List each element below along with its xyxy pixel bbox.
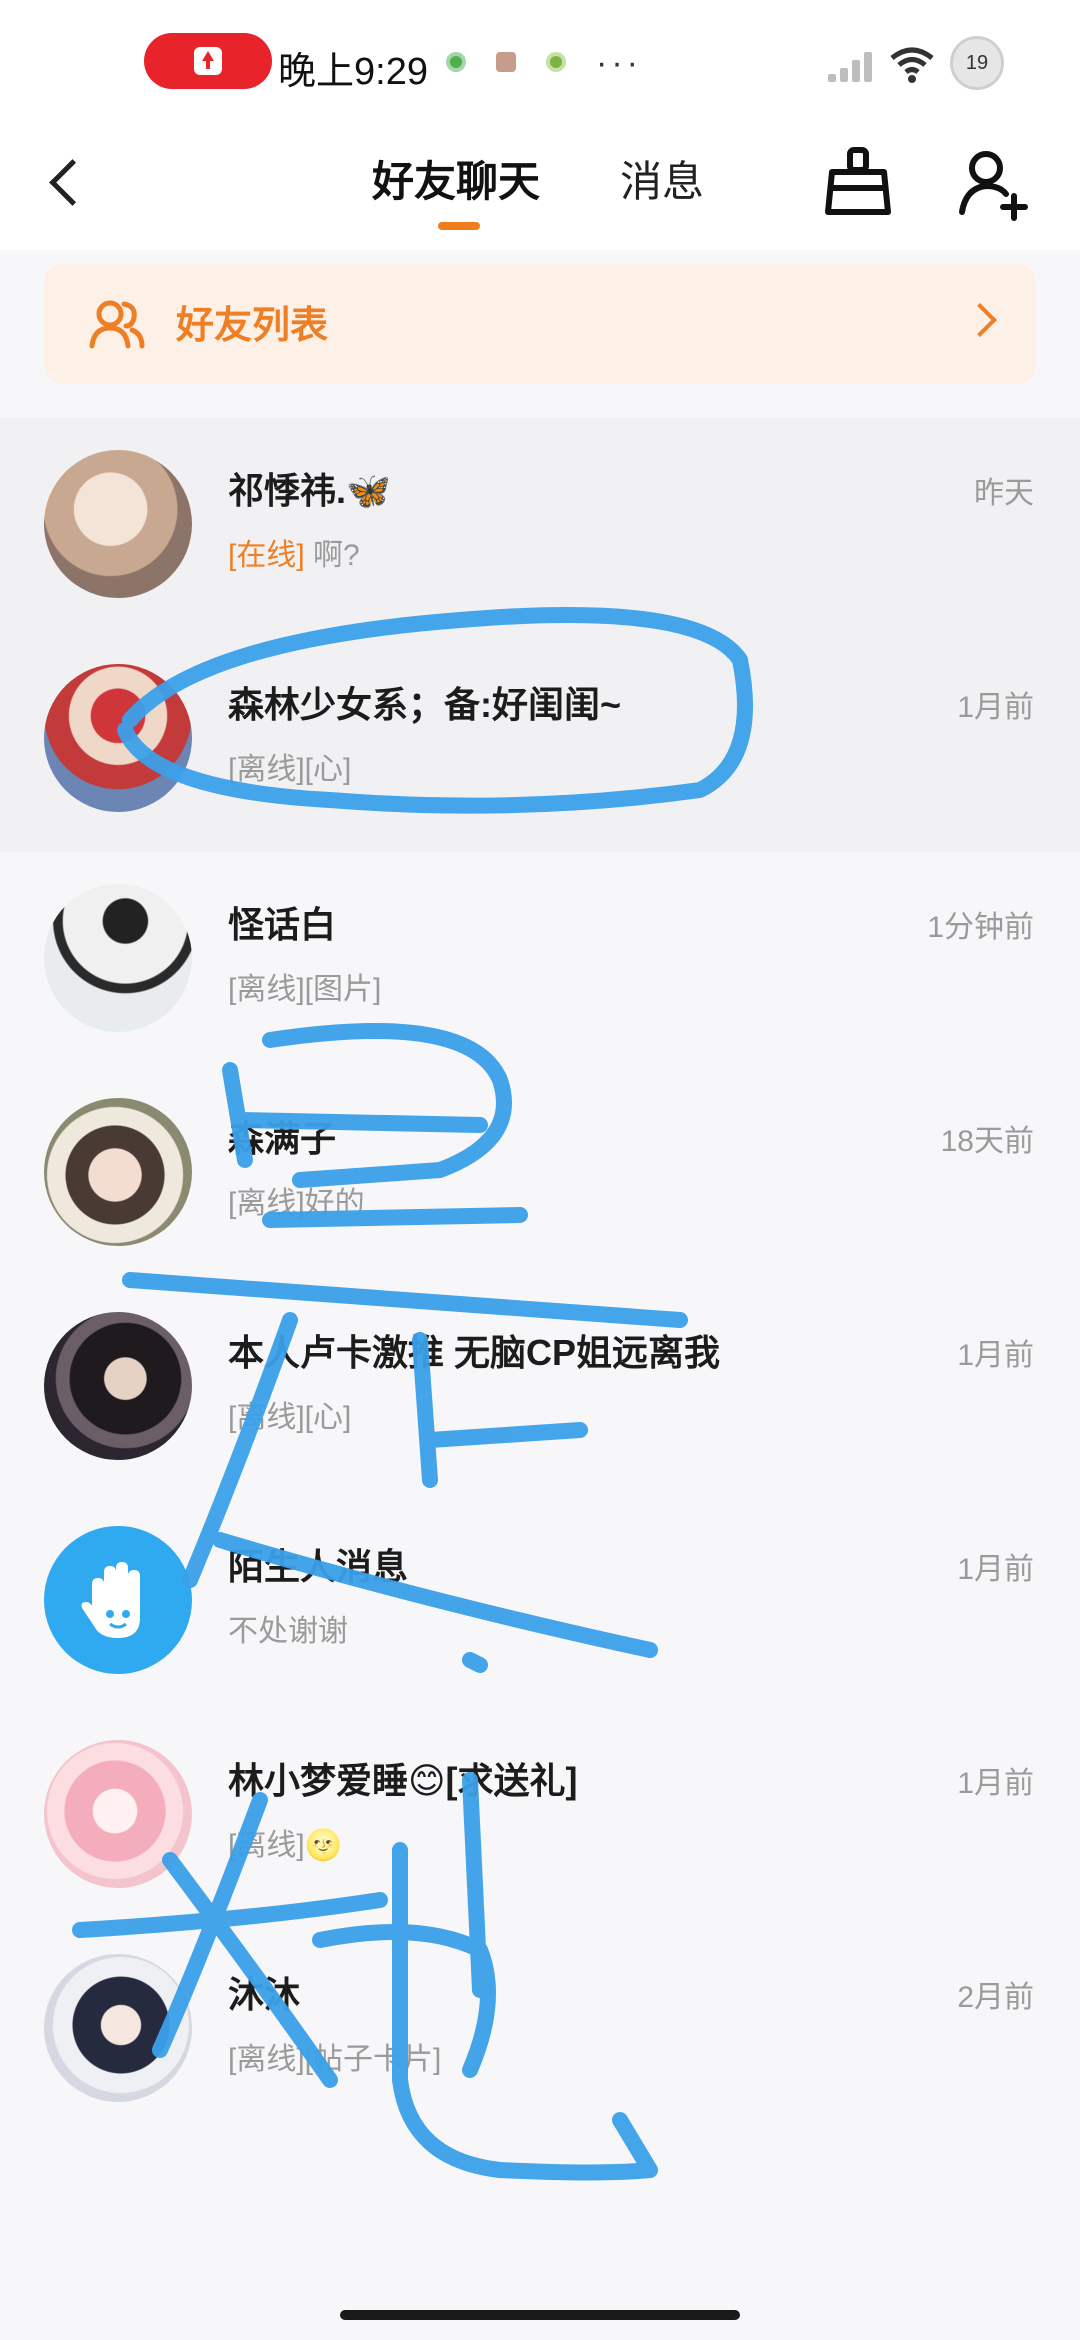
offline-status: [离线] [228,2043,305,2076]
chat-preview: [离线]好的 [228,1187,365,1220]
broom-icon[interactable] [816,140,900,224]
offline-status: [离线] [228,1187,305,1220]
chat-time: 1月前 [957,1767,1034,1800]
top-nav: 好友聊天 消息 [0,120,1080,250]
add-friend-icon[interactable] [952,140,1036,224]
chat-name: 沐沐 [228,1974,301,2015]
app-notification-icon [546,52,566,72]
chat-row[interactable]: 陌生人消息 不处谢谢 1月前 [0,1494,1080,1708]
hand-wave-icon [81,1562,140,1638]
chat-name: 森林少女系；备:好闺闺~ [228,684,622,725]
chat-time: 1月前 [957,1553,1034,1586]
friends-icon [89,300,145,349]
chat-preview: [离线][图片] [228,973,382,1006]
chat-time: 18天前 [940,1125,1034,1158]
chat-preview: [离线][心] [228,753,352,786]
chat-name: 祁悸祎.🦋 [228,470,391,511]
upload-icon [194,47,222,75]
chevron-right-icon [963,303,997,337]
chat-name: 林小梦爱睡😊[求送礼] [228,1760,578,1801]
offline-status: [离线] [228,1829,305,1862]
avatar [44,1740,192,1888]
chat-name: 怪话白 [228,904,337,945]
chat-preview: [在线] 啊? [228,539,360,572]
status-bar: 晚上9:29 ··· 19 [0,0,1080,120]
chat-time: 2月前 [957,1981,1034,2014]
chat-preview: [离线]🌝 [228,1829,343,1862]
chat-row[interactable]: 沐沐 [离线][帖子卡片] 2月前 [0,1922,1080,2136]
home-indicator[interactable] [340,2310,740,2320]
chat-time: 1月前 [957,691,1034,724]
tab-messages[interactable]: 消息 [620,142,704,222]
signal-icon [828,48,878,82]
chat-time: 1分钟前 [927,911,1034,944]
avatar [44,1312,192,1460]
screen-record-pill[interactable] [144,33,272,89]
chat-row[interactable]: 怪话白 [离线][图片] 1分钟前 [0,852,1080,1066]
chat-time: 昨天 [974,477,1034,510]
back-arrow-icon[interactable] [42,142,102,222]
avatar [44,664,192,812]
chat-name: 陌生人消息 [228,1546,409,1587]
friend-list-label: 好友列表 [176,305,329,347]
chat-preview: 不处谢谢 [228,1615,348,1648]
chat-name: 森满子 [228,1118,337,1159]
avatar [44,884,192,1032]
chat-row[interactable]: 林小梦爱睡😊[求送礼] [离线]🌝 1月前 [0,1708,1080,1922]
active-tab-indicator [438,222,480,230]
chat-time: 1月前 [957,1339,1034,1372]
avatar [44,1954,192,2102]
chat-row[interactable]: 祁悸祎.🦋 [在线] 啊? 昨天 [0,418,1080,632]
battery-indicator: 19 [950,36,1004,90]
offline-status: [离线] [228,973,305,1006]
chat-preview: [离线][心] [228,1401,352,1434]
app-notification-icon [446,52,466,72]
tab-friend-chat[interactable]: 好友聊天 [372,142,540,222]
chat-preview: [离线][帖子卡片] [228,2043,442,2076]
status-time: 晚上9:29 [278,51,428,93]
chat-name: 本人卢卡激推 无脑CP姐远离我 [228,1332,721,1373]
friend-list-entry[interactable]: 好友列表 [44,264,1036,384]
wifi-icon [890,47,934,83]
stranger-avatar [44,1526,192,1674]
avatar [44,450,192,598]
offline-status: [离线] [228,753,305,786]
online-status: [在线] [228,539,305,572]
offline-status: [离线] [228,1401,305,1434]
avatar [44,1098,192,1246]
more-notifications-icon: ··· [596,44,642,82]
chat-row[interactable]: 本人卢卡激推 无脑CP姐远离我 [离线][心] 1月前 [0,1280,1080,1494]
chat-row[interactable]: 森满子 [离线]好的 18天前 [0,1066,1080,1280]
app-notification-icon [496,52,516,72]
chat-row[interactable]: 森林少女系；备:好闺闺~ [离线][心] 1月前 [0,632,1080,852]
